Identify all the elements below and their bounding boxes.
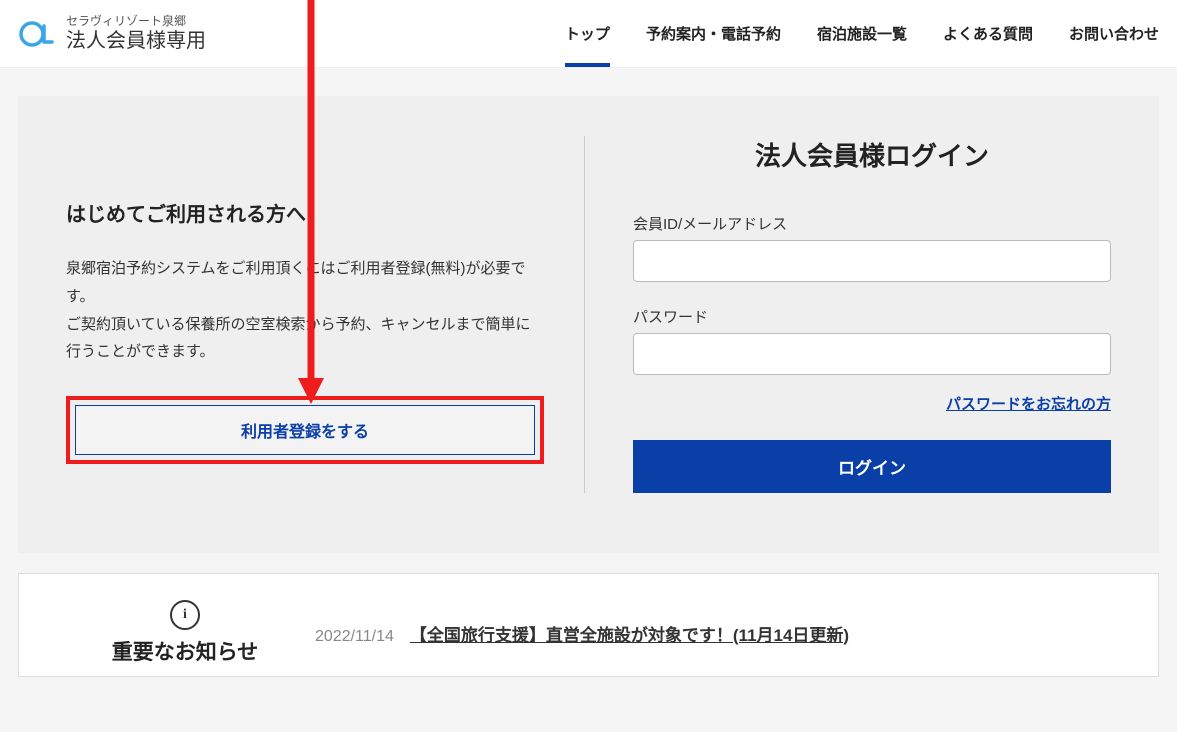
- nav-faq[interactable]: よくある質問: [943, 0, 1033, 67]
- login-button[interactable]: ログイン: [633, 440, 1111, 493]
- member-id-label: 会員ID/メールアドレス: [633, 213, 1111, 234]
- login-title: 法人会員様ログイン: [633, 136, 1111, 173]
- news-date: 2022/11/14: [315, 628, 394, 646]
- nav-reservation[interactable]: 予約案内・電話予約: [646, 0, 781, 67]
- logo-icon: [18, 14, 58, 54]
- news-heading: 重要なお知らせ: [55, 636, 315, 666]
- logo-subtitle: セラヴィリゾート泉郷: [66, 14, 206, 28]
- site-header: セラヴィリゾート泉郷 法人会員様専用 トップ 予約案内・電話予約 宿泊施設一覧 …: [0, 0, 1177, 68]
- nav-top[interactable]: トップ: [565, 0, 610, 67]
- nav-facilities[interactable]: 宿泊施設一覧: [817, 0, 907, 67]
- password-input[interactable]: [633, 333, 1111, 375]
- register-button[interactable]: 利用者登録をする: [75, 405, 535, 455]
- site-logo[interactable]: セラヴィリゾート泉郷 法人会員様専用: [18, 14, 206, 54]
- info-icon: i: [170, 600, 200, 630]
- first-time-title: はじめてご利用される方へ: [66, 198, 544, 227]
- news-item: 2022/11/14 【全国旅行支援】直営全施設が対象です！(11月14日更新): [315, 621, 849, 646]
- register-highlight-box: 利用者登録をする: [66, 396, 544, 464]
- news-heading-block: i 重要なお知らせ: [55, 600, 315, 666]
- hero-panel: はじめてご利用される方へ 泉郷宿泊予約システムをご利用頂くにはご利用者登録(無料…: [18, 96, 1159, 553]
- nav-contact[interactable]: お問い合わせ: [1069, 0, 1159, 67]
- first-time-description: 泉郷宿泊予約システムをご利用頂くにはご利用者登録(無料)が必要です。 ご契約頂い…: [66, 255, 544, 366]
- news-panel: i 重要なお知らせ 2022/11/14 【全国旅行支援】直営全施設が対象です！…: [18, 573, 1159, 677]
- main-nav: トップ 予約案内・電話予約 宿泊施設一覧 よくある質問 お問い合わせ: [565, 0, 1159, 67]
- password-label: パスワード: [633, 306, 1111, 327]
- first-time-section: はじめてご利用される方へ 泉郷宿泊予約システムをご利用頂くにはご利用者登録(無料…: [66, 136, 584, 493]
- forgot-password-link[interactable]: パスワードをお忘れの方: [633, 393, 1111, 414]
- logo-title: 法人会員様専用: [66, 29, 206, 53]
- login-section: 法人会員様ログイン 会員ID/メールアドレス パスワード パスワードをお忘れの方…: [584, 136, 1111, 493]
- news-link[interactable]: 【全国旅行支援】直営全施設が対象です！(11月14日更新): [410, 621, 849, 646]
- member-id-input[interactable]: [633, 240, 1111, 282]
